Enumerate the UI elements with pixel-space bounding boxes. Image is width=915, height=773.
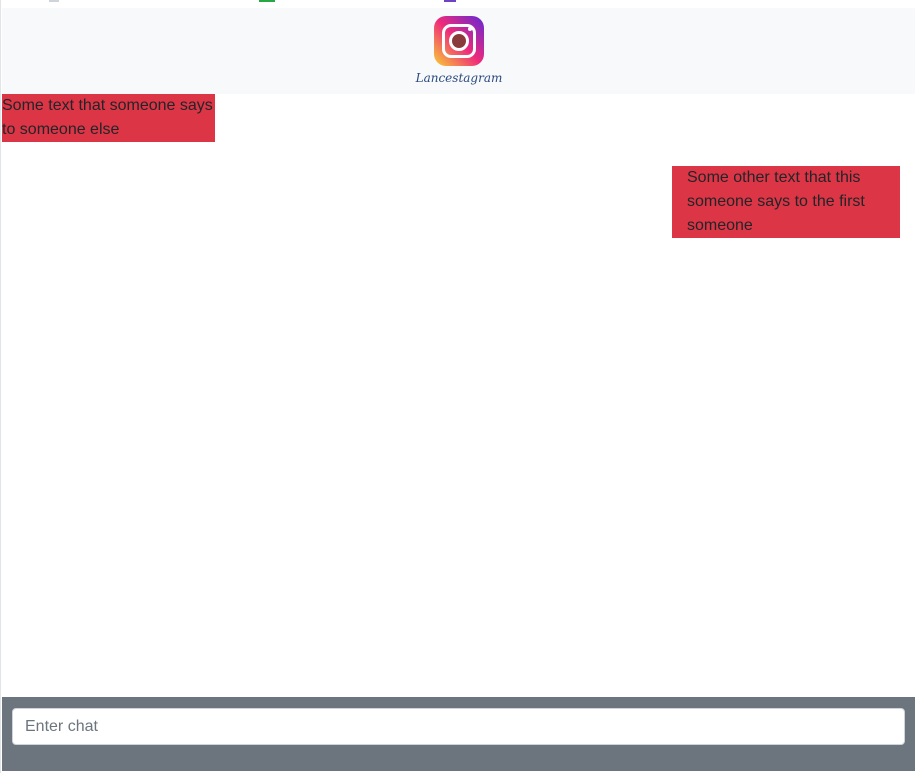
app-header: Lancestagram — [2, 8, 915, 94]
chat-page: Lancestagram Some text that someone says… — [0, 0, 915, 773]
chat-messages-area[interactable]: Some text that someone says to someone e… — [2, 94, 915, 697]
brand-name: Lancestagram — [415, 71, 503, 85]
brand-logo[interactable]: Lancestagram — [407, 14, 511, 90]
camera-lens-shape — [449, 31, 469, 51]
chat-input[interactable] — [12, 708, 905, 745]
chat-input-bar — [2, 697, 915, 771]
chat-message-sent: Some other text that this someone says t… — [672, 166, 900, 238]
top-mark-1 — [49, 0, 59, 2]
chat-message-received: Some text that someone says to someone e… — [2, 94, 215, 142]
browser-toolbar-remnant — [1, 0, 915, 8]
top-mark-3 — [444, 0, 456, 2]
instagram-camera-icon — [434, 16, 484, 66]
top-mark-2 — [259, 0, 275, 2]
camera-flash-dot — [468, 27, 472, 31]
